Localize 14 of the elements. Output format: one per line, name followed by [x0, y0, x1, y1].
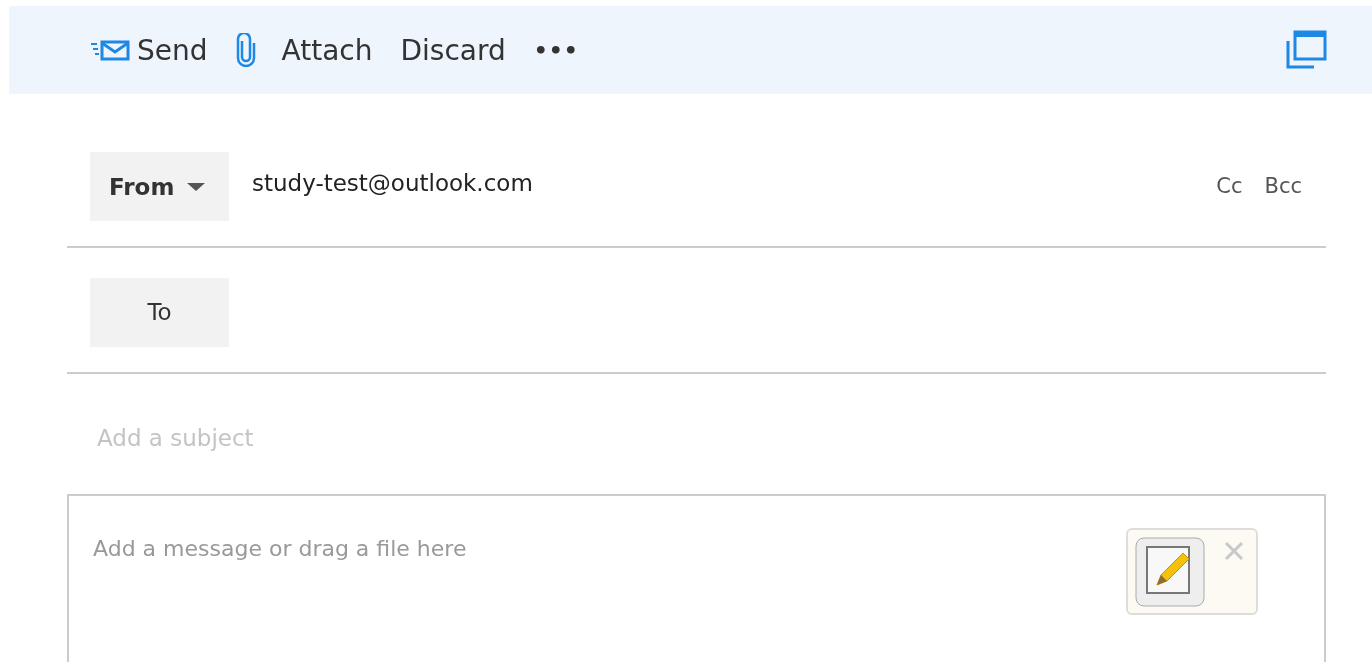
recipient-link[interactable]: Cc	[1216, 174, 1243, 198]
toolbar-button[interactable]: •••	[533, 33, 579, 67]
edit-note-icon[interactable]	[1135, 537, 1205, 607]
paperclip-icon	[235, 33, 256, 67]
send-envelope-icon	[89, 38, 131, 62]
recipient-link[interactable]: Bcc	[1264, 174, 1302, 198]
message-field[interactable]: Add a message or drag a file here	[67, 494, 1326, 662]
to-button[interactable]: To	[90, 277, 229, 347]
dropdown-caret-icon	[186, 181, 207, 192]
attach-button[interactable]: Attach	[235, 29, 373, 71]
from-button[interactable]: From	[90, 152, 229, 221]
toolbar-button[interactable]: Discard	[400, 29, 506, 71]
send-button[interactable]: Send	[89, 29, 208, 71]
from-address: study-test@outlook.com	[252, 170, 534, 196]
